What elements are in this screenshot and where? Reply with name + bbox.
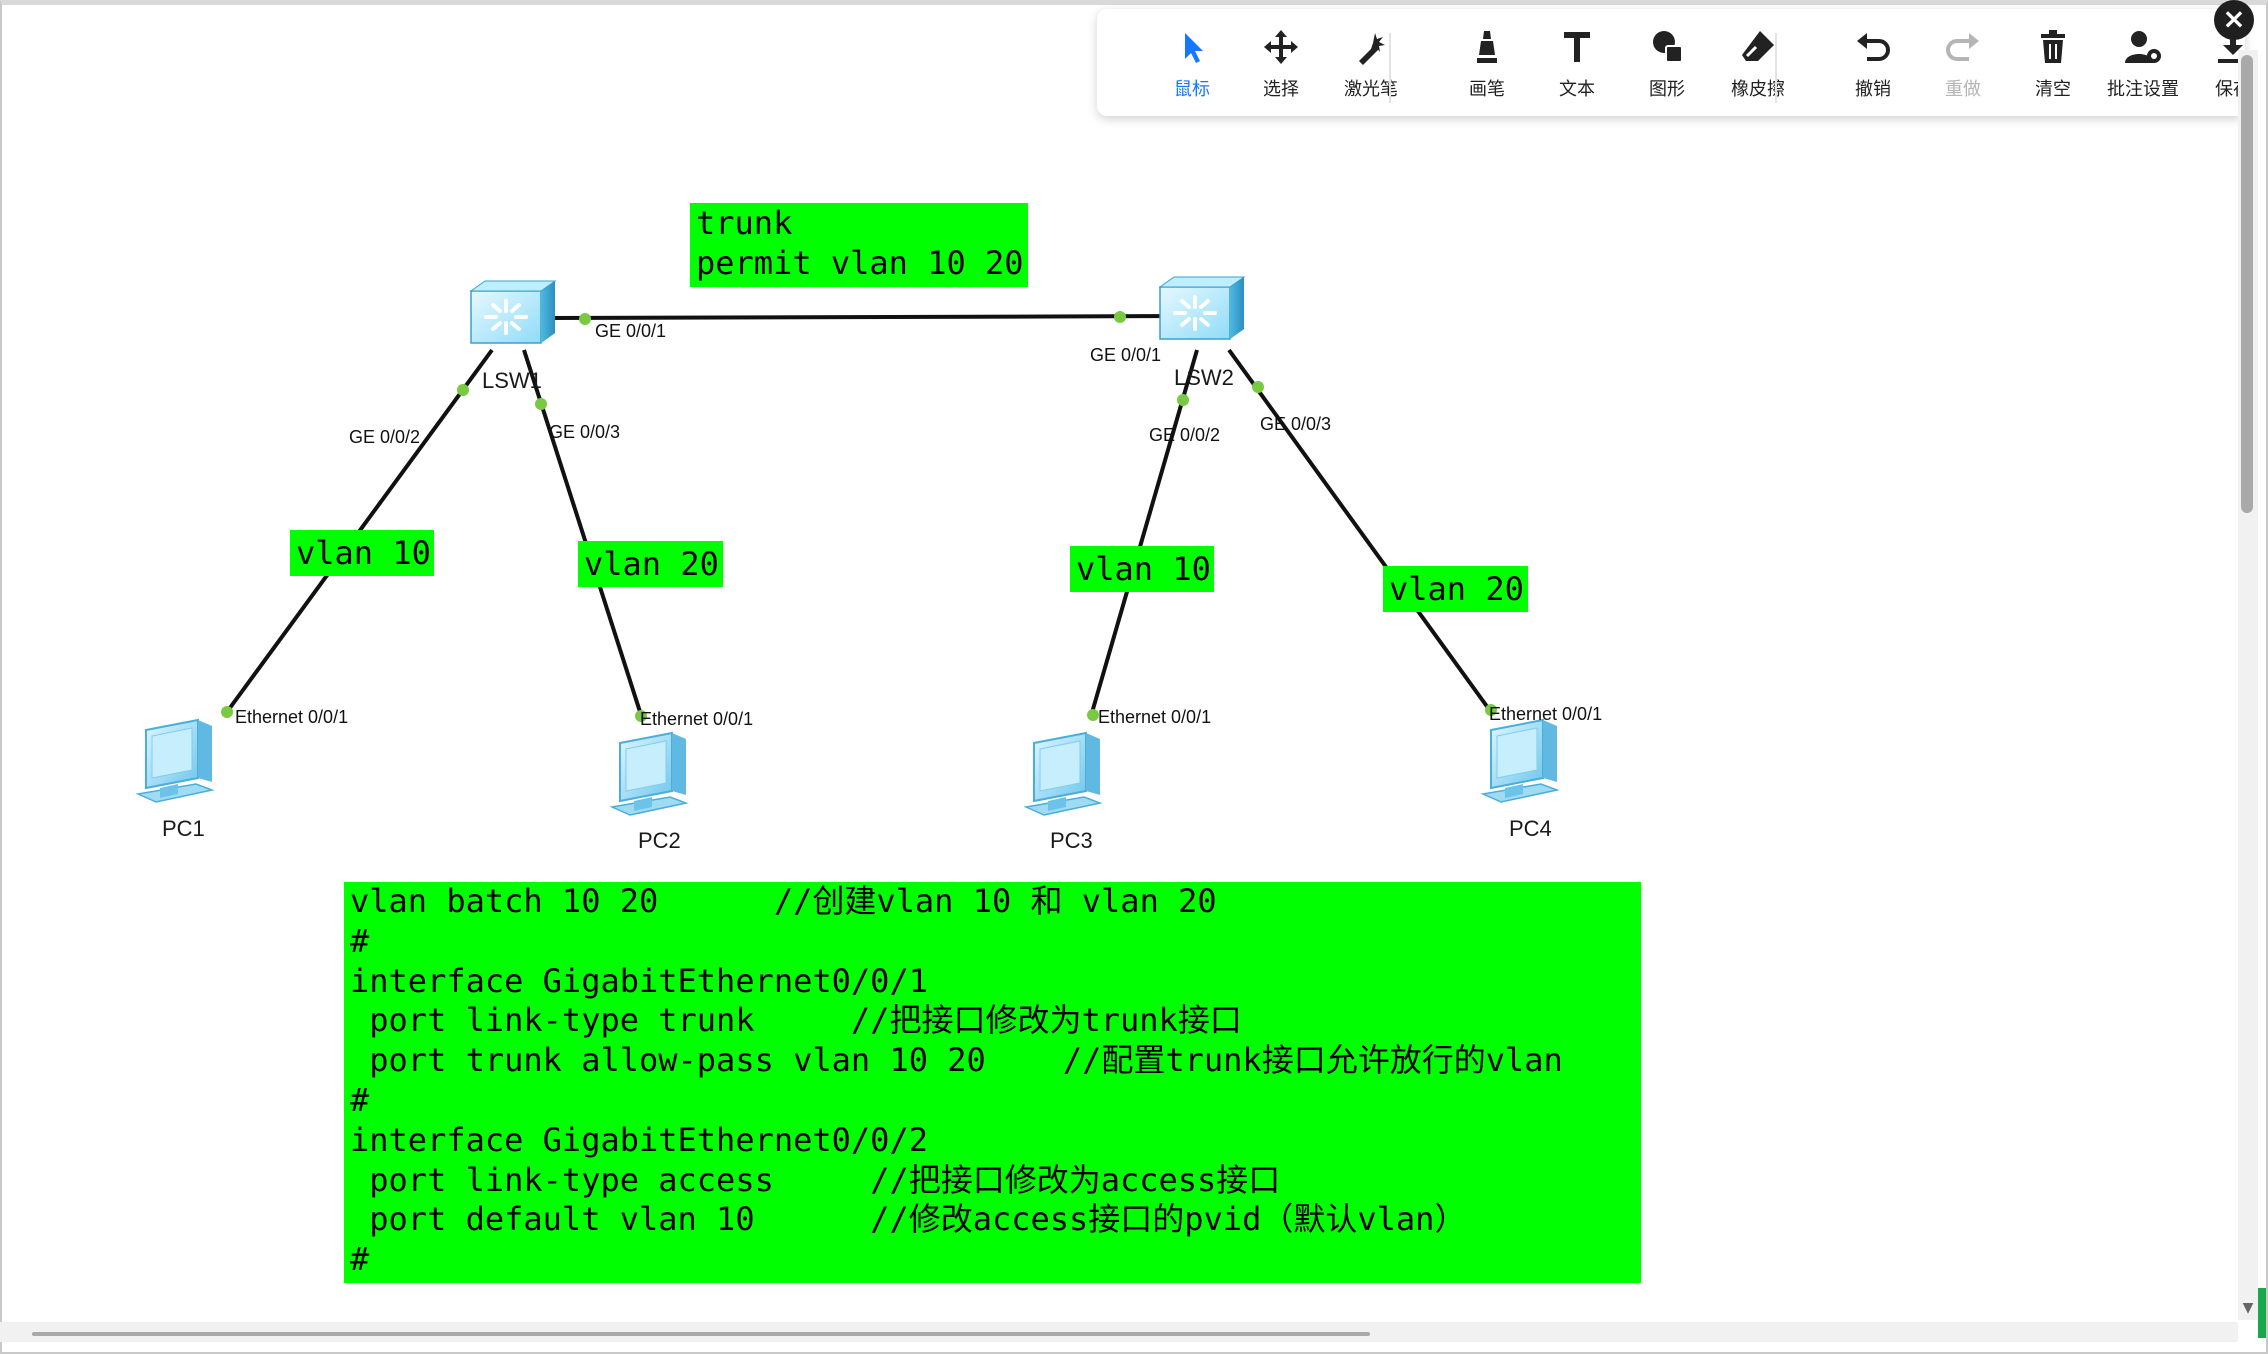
tool-laser[interactable]: 激光笔 — [1331, 27, 1411, 107]
pc-label-2: PC2 — [638, 828, 681, 853]
annotation-toolbar: 鼠标 选择 激光笔 画笔 文本 图形 橡皮擦 撤销 重做 清空 批注设置 保存 — [1097, 9, 2251, 116]
scroll-down-arrow-icon[interactable]: ▼ — [2238, 1298, 2258, 1318]
tool-label: 选择 — [1263, 79, 1299, 100]
pc-3[interactable] — [1025, 732, 1101, 816]
tool-clear[interactable]: 清空 — [2013, 27, 2093, 107]
tool-label: 文本 — [1559, 79, 1595, 100]
port-label-lsw1-ge003: GE 0/0/3 — [549, 422, 620, 442]
annotation-settings-icon — [2125, 31, 2161, 63]
toolbar-separator — [1775, 33, 1777, 103]
tool-label: 清空 — [2035, 79, 2071, 100]
port-label-lsw2-ge002: GE 0/0/2 — [1149, 425, 1220, 445]
redo-icon — [1946, 33, 1979, 61]
link-lsw2-pc4 — [1227, 348, 1493, 714]
trunk-note[interactable]: trunk permit vlan 10 20 — [690, 203, 1028, 287]
port-label-lsw2-ge003: GE 0/0/3 — [1260, 414, 1331, 434]
port-label-pc4-eth: Ethernet 0/0/1 — [1489, 704, 1602, 724]
link-lines — [222, 314, 1493, 719]
tool-shape[interactable]: 图形 — [1627, 27, 1707, 107]
toolbar-separator — [1389, 33, 1391, 103]
vlan-note-pc1[interactable]: vlan 10 — [290, 530, 434, 576]
tool-label: 橡皮擦 — [1731, 79, 1785, 100]
link-lsw1-lsw2 — [549, 314, 1201, 320]
tool-select[interactable]: 选择 — [1241, 27, 1321, 107]
vlan-note-pc2[interactable]: vlan 20 — [578, 541, 723, 587]
close-button[interactable]: × — [2214, 0, 2254, 40]
port-dots — [221, 311, 1497, 722]
pc-label-4: PC4 — [1509, 816, 1552, 841]
eraser-icon — [1742, 31, 1774, 61]
pc-label-1: PC1 — [162, 816, 205, 841]
tool-label: 批注设置 — [2107, 79, 2179, 100]
trash-icon — [2041, 30, 2065, 63]
port-label-pc1-eth: Ethernet 0/0/1 — [235, 707, 348, 727]
pc-1[interactable] — [137, 719, 213, 803]
port-label-lsw2-ge001: GE 0/0/1 — [1090, 345, 1161, 365]
switch-lsw2[interactable] — [1158, 275, 1246, 341]
undo-icon — [1857, 33, 1890, 61]
tool-label: 图形 — [1649, 79, 1685, 100]
pc-label-3: PC3 — [1050, 828, 1093, 853]
switch-label-lsw1: LSW1 — [482, 368, 542, 393]
tool-undo[interactable]: 撤销 — [1833, 27, 1913, 107]
tool-redo[interactable]: 重做 — [1923, 27, 2003, 107]
vlan-note-pc4[interactable]: vlan 20 — [1383, 566, 1528, 612]
move-icon — [1264, 30, 1298, 64]
switch-lsw1[interactable] — [469, 279, 557, 345]
tool-label: 重做 — [1945, 79, 1981, 100]
port-label-lsw1-ge001: GE 0/0/1 — [595, 321, 666, 341]
vlan-note-pc3[interactable]: vlan 10 — [1070, 546, 1214, 592]
text-icon — [1564, 32, 1590, 62]
port-label-pc2-eth: Ethernet 0/0/1 — [640, 709, 753, 729]
cursor-icon — [1185, 33, 1203, 63]
side-accent-bar — [2258, 1288, 2266, 1338]
horizontal-scrollbar-thumb[interactable] — [32, 1332, 1370, 1336]
pc-4[interactable] — [1482, 719, 1558, 803]
pc-2[interactable] — [611, 732, 687, 816]
tool-label: 画笔 — [1469, 79, 1505, 100]
tool-label: 激光笔 — [1344, 79, 1398, 100]
tool-annotation-settings[interactable]: 批注设置 — [2103, 27, 2183, 107]
tool-label: 鼠标 — [1174, 79, 1210, 100]
tool-cursor[interactable]: 鼠标 — [1152, 27, 1232, 107]
tool-label: 撤销 — [1855, 79, 1891, 100]
vertical-scrollbar-thumb[interactable] — [2241, 55, 2253, 513]
pen-icon — [1477, 31, 1497, 63]
port-label-lsw1-ge002: GE 0/0/2 — [349, 427, 420, 447]
config-code-note[interactable]: vlan batch 10 20 //创建vlan 10 和 vlan 20 #… — [344, 882, 1641, 1283]
switch-label-lsw2: LSW2 — [1174, 365, 1234, 390]
tool-eraser[interactable]: 橡皮擦 — [1718, 27, 1798, 107]
port-label-pc3-eth: Ethernet 0/0/1 — [1098, 707, 1211, 727]
tool-text[interactable]: 文本 — [1537, 27, 1617, 107]
tool-pen[interactable]: 画笔 — [1447, 27, 1527, 107]
laser-pointer-icon — [1359, 33, 1385, 65]
shape-icon — [1653, 31, 1683, 63]
